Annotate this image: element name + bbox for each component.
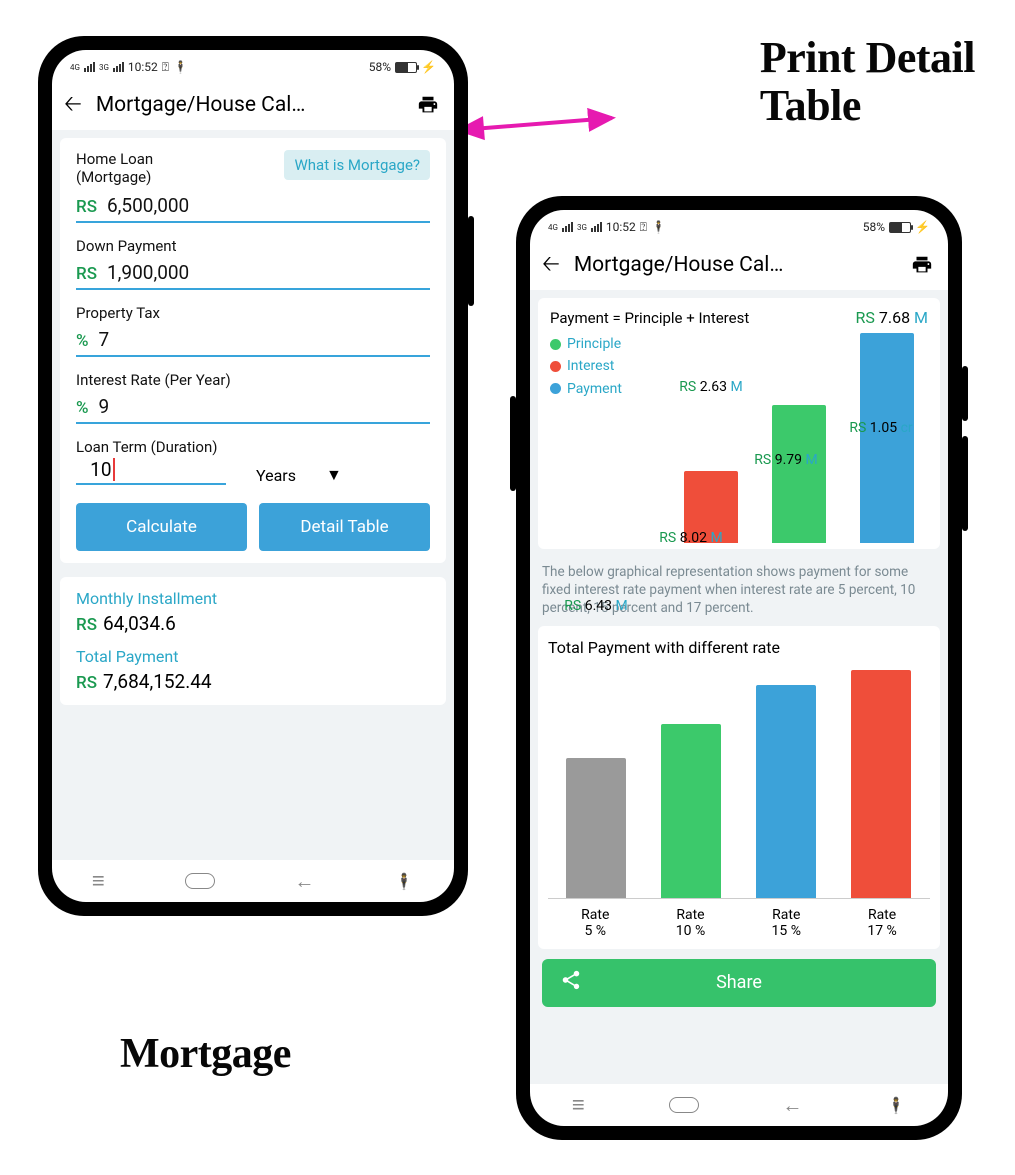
loan-term-unit-select[interactable]: Years ▼ (256, 465, 342, 485)
chart1-top-value: RS 7.68 M (856, 308, 928, 327)
phone-chart-results: 4G 3G 10:52 ⍰ 🕴 58% ⚡ 🡠 Mortgage/House C… (516, 196, 962, 1140)
chart1-title: Payment = Principle + Interest (550, 309, 749, 327)
battery-icon (395, 62, 417, 73)
back-nav-button[interactable]: ← (782, 1093, 802, 1118)
bar-rate-17 (851, 670, 911, 898)
recent-apps-button[interactable]: ≡ (92, 868, 105, 894)
annotation-arrow (452, 106, 622, 156)
page-title: Mortgage/House Cal… (96, 93, 400, 117)
back-button[interactable]: 🡠 (542, 254, 560, 276)
chart1-bars: RS 2.63 M RS 5.06 M (660, 333, 928, 543)
back-nav-button[interactable]: ← (294, 869, 314, 894)
system-nav-bar: ≡ ← 🕴 (52, 860, 454, 902)
clock: 10:52 (128, 60, 158, 74)
charging-icon: ⚡ (421, 60, 436, 74)
back-button[interactable]: 🡠 (64, 94, 82, 116)
app-header: 🡠 Mortgage/House Cal… (530, 240, 948, 290)
battery-percent: 58% (369, 60, 391, 74)
page-title: Mortgage/House Cal… (574, 253, 894, 277)
interest-rate-label: Interest Rate (Per Year) (76, 371, 430, 389)
share-button[interactable]: Share (542, 959, 936, 1007)
system-nav-bar: ≡ ← 🕴 (530, 1084, 948, 1126)
home-loan-input[interactable]: RS 6,500,000 (76, 188, 430, 223)
legend-dot-interest (550, 361, 561, 372)
status-bar: 4G 3G 10:52 ⍰ 🕴 58% ⚡ (52, 50, 454, 80)
chevron-down-icon: ▼ (326, 465, 342, 485)
accessibility-icon: 🕴 (651, 220, 666, 234)
signal-icon (562, 222, 573, 232)
bar-payment (860, 333, 914, 543)
chart2-axis-labels: Rate5 % Rate10 % Rate15 % Rate17 % (548, 907, 930, 939)
accessibility-icon: 🕴 (173, 60, 188, 74)
down-payment-label: Down Payment (76, 237, 430, 255)
monthly-installment-value: RS64,034.6 (76, 612, 430, 635)
bar-rate-5 (566, 758, 626, 898)
accessibility-nav-icon[interactable]: 🕴 (886, 1096, 906, 1115)
property-tax-label: Property Tax (76, 304, 430, 322)
printer-icon (910, 254, 934, 276)
detail-table-button[interactable]: Detail Table (259, 503, 430, 551)
interest-rate-input[interactable]: % 9 (76, 389, 430, 424)
home-button[interactable] (185, 873, 215, 889)
what-is-mortgage-chip[interactable]: What is Mortgage? (284, 150, 430, 180)
share-icon (560, 969, 582, 996)
chart2-bars: RS 6.43 M RS 8.02 M RS 9.79 M RS 1.05 cr (548, 669, 930, 899)
recent-apps-button[interactable]: ≡ (572, 1092, 585, 1118)
signal-icon (591, 222, 602, 232)
chart2-title: Total Payment with different rate (548, 638, 930, 657)
down-payment-input[interactable]: RS 1,900,000 (76, 255, 430, 290)
status-bar: 4G 3G 10:52 ⍰ 🕴 58% ⚡ (530, 210, 948, 240)
loan-term-input[interactable]: 10 (76, 456, 226, 485)
signal-icon (113, 62, 124, 72)
signal-icon (84, 62, 95, 72)
annotation-print-detail-table: Print Detail Table (760, 34, 975, 131)
usb-icon: ⍰ (640, 220, 647, 235)
home-button[interactable] (669, 1097, 699, 1113)
print-button[interactable] (414, 93, 442, 117)
results-card: Monthly Installment RS64,034.6 Total Pay… (60, 577, 446, 705)
home-loan-label: Home Loan (Mortgage) (76, 150, 226, 186)
chart1-legend: Principle Interest Payment (550, 333, 660, 539)
total-payment-label: Total Payment (76, 647, 430, 666)
usb-icon: ⍰ (162, 60, 169, 75)
printer-icon (416, 94, 440, 116)
legend-dot-payment (550, 383, 561, 394)
accessibility-nav-icon[interactable]: 🕴 (394, 872, 414, 891)
clock: 10:52 (606, 220, 636, 234)
monthly-installment-label: Monthly Installment (76, 589, 430, 608)
loan-term-label: Loan Term (Duration) (76, 438, 430, 456)
chart-description: The below graphical representation shows… (538, 559, 940, 626)
app-header: 🡠 Mortgage/House Cal… (52, 80, 454, 130)
annotation-mortgage: Mortgage (120, 1030, 291, 1078)
bar-rate-10 (661, 724, 721, 898)
bar-rate-15 (756, 685, 816, 898)
phone-mortgage-form: 4G 3G 10:52 ⍰ 🕴 58% ⚡ 🡠 Mortgage/House C… (38, 36, 468, 916)
property-tax-input[interactable]: % 7 (76, 322, 430, 357)
legend-dot-principle (550, 339, 561, 350)
total-payment-value: RS7,684,152.44 (76, 670, 430, 693)
chart-total-payment-rates: Total Payment with different rate RS 6.4… (538, 626, 940, 949)
battery-icon (889, 222, 911, 233)
calculate-button[interactable]: Calculate (76, 503, 247, 551)
charging-icon: ⚡ (915, 220, 930, 234)
print-button[interactable] (908, 253, 936, 277)
battery-percent: 58% (863, 220, 885, 234)
